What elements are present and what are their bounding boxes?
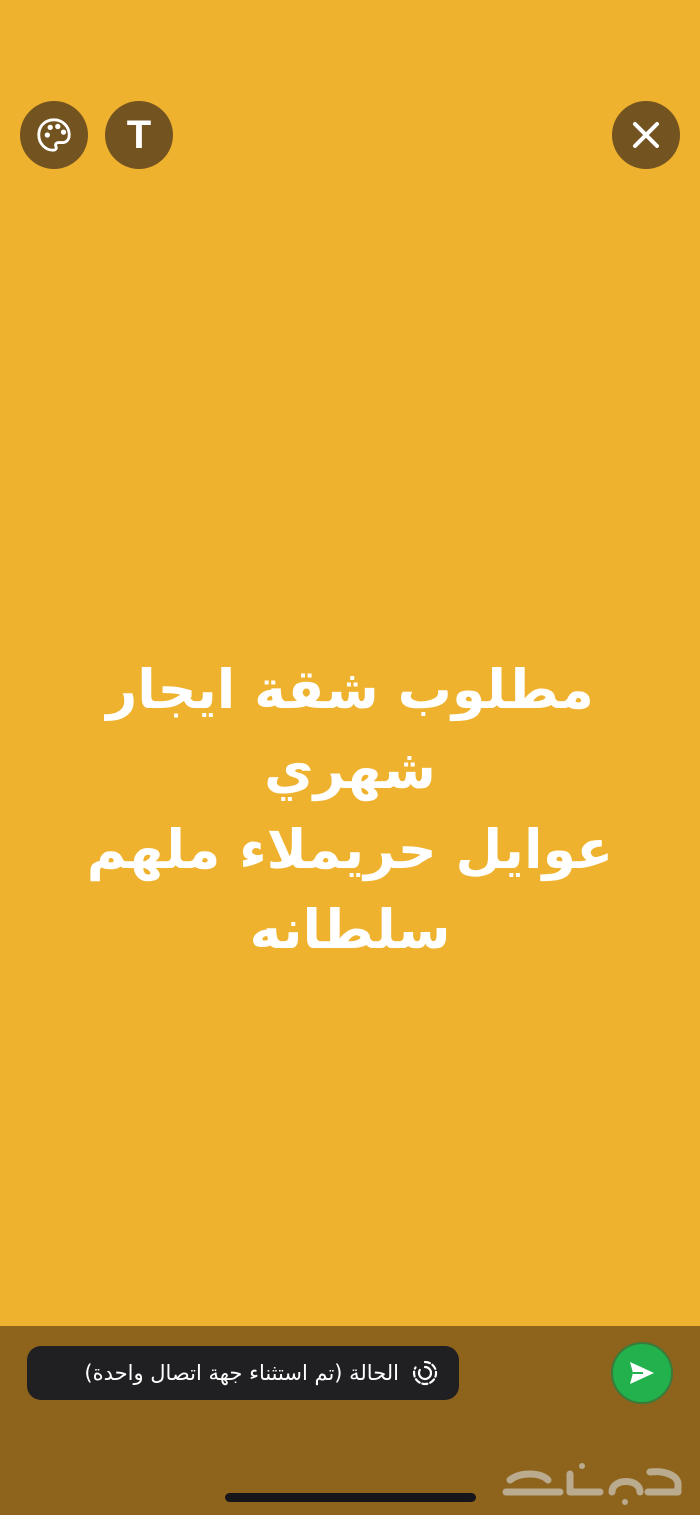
home-indicator[interactable] [225, 1493, 476, 1502]
text-tool-label: T [126, 113, 152, 157]
status-text-line-1: مطلوب شقة ايجار شهري [106, 658, 594, 801]
palette-icon [37, 118, 71, 152]
privacy-selector[interactable]: الحالة (تم استثناء جهة اتصال واحدة) [27, 1346, 459, 1400]
status-ring-icon [412, 1360, 438, 1386]
send-icon [630, 1362, 654, 1384]
privacy-label: الحالة (تم استثناء جهة اتصال واحدة) [84, 1361, 399, 1385]
status-text[interactable]: مطلوب شقة ايجار شهري عوايل حريملاء ملهم … [20, 650, 680, 970]
close-button[interactable] [612, 101, 680, 169]
status-text-line-3: سلطانه [249, 898, 451, 961]
palette-button[interactable] [20, 101, 88, 169]
close-icon [633, 122, 659, 148]
send-button[interactable] [611, 1342, 673, 1404]
status-text-line-2: عوايل حريملاء ملهم [86, 818, 614, 881]
haraj-watermark-logo [502, 1463, 682, 1505]
text-tool-button[interactable]: T [105, 101, 173, 169]
